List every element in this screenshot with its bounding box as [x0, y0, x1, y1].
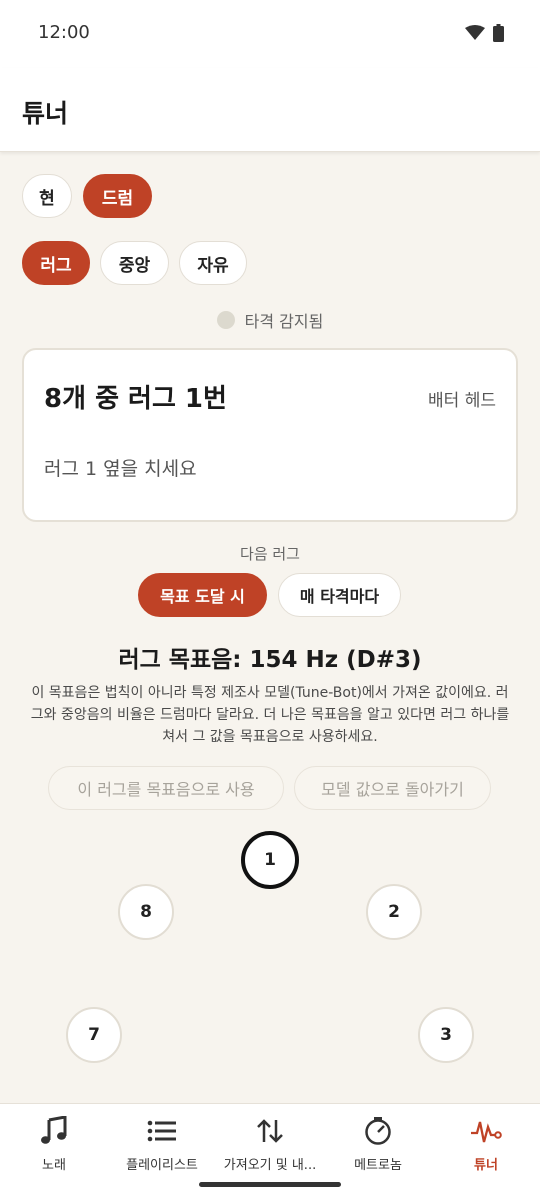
nav-import-export-label: 가져오기 및 내...: [223, 1158, 317, 1173]
import-export-icon: [255, 1114, 285, 1148]
music-note-icon: [40, 1114, 68, 1148]
battery-icon: [493, 24, 504, 42]
nav-tuner[interactable]: 튜너: [432, 1114, 540, 1178]
lug-7[interactable]: 7: [66, 1007, 122, 1063]
status-time: 12:00: [38, 22, 90, 43]
status-icons: [465, 24, 504, 42]
next-on-target-button[interactable]: 목표 도달 시: [138, 573, 267, 617]
detect-dot-icon: [216, 311, 235, 329]
target-explanation: 이 목표음은 법칙이 아니라 특정 제조사 모델(Tune-Bot)에서 가져온…: [30, 685, 510, 745]
lug-1[interactable]: 1: [241, 831, 299, 889]
wifi-icon: [465, 25, 485, 40]
lug-3[interactable]: 3: [418, 1007, 474, 1063]
nav-metronome[interactable]: 메트로놈: [324, 1114, 432, 1178]
tab-drum[interactable]: 드럼: [83, 174, 152, 218]
use-lug-as-target-button[interactable]: 이 러그를 목표음으로 사용: [48, 766, 284, 810]
tab-center[interactable]: 중앙: [100, 241, 169, 285]
page-title: 튜너: [22, 99, 69, 128]
nav-songs-label: 노래: [42, 1158, 66, 1173]
lug-8[interactable]: 8: [118, 884, 174, 940]
lug-info-card: 8개 중 러그 1번 배터 헤드 러그 1 옆을 치세요: [22, 348, 518, 522]
lug-heading: 8개 중 러그 1번: [44, 384, 227, 414]
nav-playlist[interactable]: 플레이리스트: [108, 1114, 216, 1178]
tab-lug[interactable]: 러그: [22, 241, 90, 285]
head-type-label: 배터 헤드: [428, 391, 496, 411]
next-every-hit-button[interactable]: 매 타격마다: [278, 573, 401, 617]
nav-playlist-label: 플레이리스트: [126, 1158, 198, 1173]
nav-songs[interactable]: 노래: [0, 1114, 108, 1178]
waveform-icon: [470, 1114, 502, 1148]
lug-target-readout: 러그 목표음: 154 Hz (D#3): [118, 647, 422, 673]
tab-free[interactable]: 자유: [179, 241, 247, 285]
detect-label: 타격 감지됨: [244, 312, 324, 331]
lug-instruction: 러그 1 옆을 치세요: [44, 458, 197, 480]
status-bar: 12:00: [0, 0, 540, 68]
tab-string[interactable]: 현: [22, 174, 72, 218]
reset-to-model-button[interactable]: 모델 값으로 돌아가기: [294, 766, 491, 810]
nav-metronome-label: 메트로놈: [354, 1158, 402, 1173]
home-indicator: [199, 1182, 341, 1187]
nav-import-export[interactable]: 가져오기 및 내...: [216, 1114, 324, 1178]
metronome-icon: [363, 1114, 393, 1148]
list-icon: [147, 1114, 177, 1148]
app-bar: 튜너: [0, 68, 540, 152]
lug-2[interactable]: 2: [366, 884, 422, 940]
next-lug-label: 다음 러그: [240, 545, 300, 563]
hit-detected-indicator: 타격 감지됨: [0, 308, 540, 332]
drum-lug-diagram: 1 2 3 7 8: [0, 820, 540, 1102]
nav-tuner-label: 튜너: [474, 1158, 498, 1173]
